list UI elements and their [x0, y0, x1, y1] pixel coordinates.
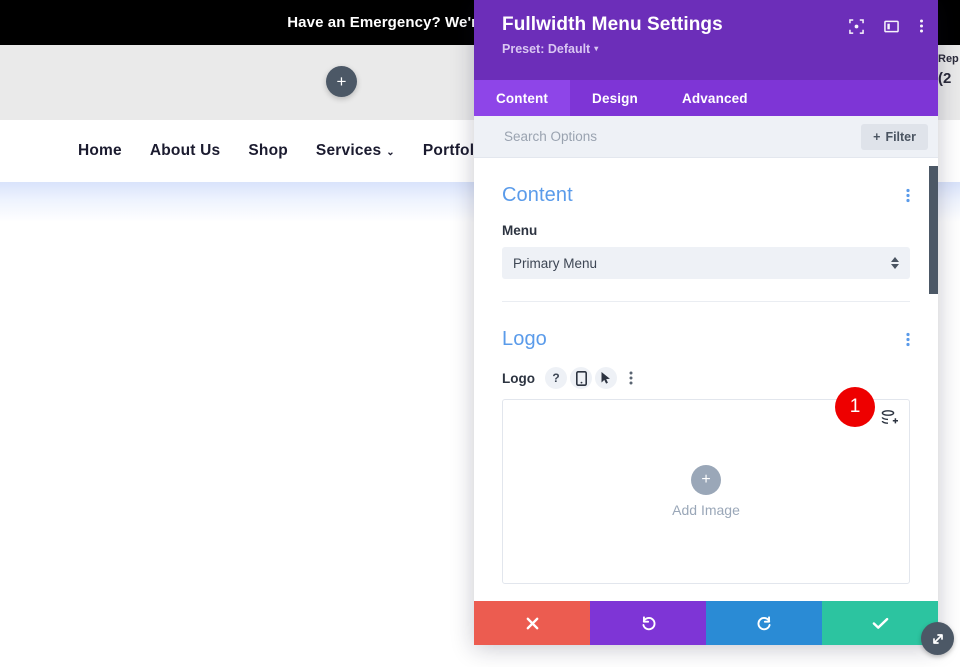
nav-item-label: About Us [150, 142, 220, 160]
undo-button[interactable] [590, 601, 706, 645]
chevron-down-icon: ▾ [594, 44, 598, 53]
menu-select-wrapper: Primary Menu [502, 247, 910, 279]
section-title: Logo [502, 328, 910, 351]
add-image-label: Add Image [672, 502, 740, 518]
plus-icon: + [337, 73, 347, 90]
menu-select-value: Primary Menu [513, 256, 597, 271]
tab-label: Design [592, 91, 638, 106]
clipped-sidebar-widget: Rep (2 [938, 52, 960, 90]
plus-icon: + [701, 472, 710, 488]
modal-scrollbar[interactable] [929, 158, 938, 601]
section-logo: Logo Logo ? [502, 301, 910, 601]
close-icon [525, 616, 540, 631]
preset-selector[interactable]: Preset: Default ▾ [502, 42, 598, 56]
modal-header-icons [849, 18, 924, 34]
modal-tabs: Content Design Advanced [474, 80, 938, 116]
tab-label: Advanced [682, 91, 748, 106]
section-options-icon[interactable] [906, 188, 910, 208]
menu-select[interactable]: Primary Menu [502, 247, 910, 279]
add-module-button[interactable]: + [326, 66, 357, 97]
nav-item-label: Shop [248, 142, 288, 160]
section-options-icon[interactable] [906, 332, 910, 352]
tab-label: Content [496, 91, 548, 106]
cancel-button[interactable] [474, 601, 590, 645]
section-title: Content [502, 184, 910, 207]
hover-cursor-icon[interactable] [595, 367, 617, 389]
chevron-down-icon: ⌄ [386, 147, 395, 158]
scrollbar-thumb[interactable] [929, 166, 938, 294]
nav-item-shop[interactable]: Shop [248, 142, 288, 160]
add-from-library-icon[interactable] [881, 410, 899, 431]
menu-field-label: Menu [502, 223, 910, 238]
tab-content[interactable]: Content [474, 80, 570, 116]
filter-button[interactable]: + Filter [861, 124, 928, 150]
logo-options-icon[interactable] [620, 367, 642, 389]
redo-icon [756, 615, 773, 632]
preset-label: Preset: Default [502, 42, 590, 56]
focus-mode-icon[interactable] [849, 19, 864, 34]
logo-image-dropzone[interactable]: 1 + Add Image [502, 399, 910, 584]
clipped-widget-line1: Rep [938, 53, 959, 65]
search-options-bar: + Filter [474, 116, 938, 158]
section-content: Content Menu Primary Menu [502, 158, 910, 301]
split-view-icon[interactable] [884, 19, 899, 34]
filter-button-label: Filter [885, 130, 916, 144]
nav-item-services[interactable]: Services ⌄ [316, 142, 395, 160]
step-badge-1: 1 [835, 387, 875, 427]
logo-field-label: Logo [502, 371, 535, 386]
nav-item-label: Home [78, 142, 122, 160]
redo-button[interactable] [706, 601, 822, 645]
fullwidth-menu-settings-modal: Fullwidth Menu Settings Preset: Default … [474, 0, 938, 645]
tab-advanced[interactable]: Advanced [660, 80, 770, 116]
help-glyph: ? [552, 371, 559, 385]
add-image-plus-button[interactable]: + [691, 465, 721, 495]
help-icon[interactable]: ? [545, 367, 567, 389]
modal-resize-handle[interactable] [921, 622, 954, 655]
nav-item-about-us[interactable]: About Us [150, 142, 220, 160]
plus-icon: + [873, 130, 880, 144]
nav-item-label: Services [316, 142, 381, 160]
logo-field-header: Logo ? [502, 367, 910, 389]
modal-footer [474, 601, 938, 645]
modal-header: Fullwidth Menu Settings Preset: Default … [474, 0, 938, 80]
nav-item-home[interactable]: Home [78, 142, 122, 160]
modal-scroll-area: Content Menu Primary Menu [474, 158, 938, 601]
search-input[interactable] [502, 128, 861, 145]
responsive-device-icon[interactable] [570, 367, 592, 389]
more-options-icon[interactable] [919, 18, 924, 34]
undo-icon [640, 615, 657, 632]
clipped-widget-line2: (2 [938, 68, 960, 90]
checkmark-icon [872, 616, 889, 631]
resize-diagonal-icon [930, 631, 946, 647]
tab-design[interactable]: Design [570, 80, 660, 116]
